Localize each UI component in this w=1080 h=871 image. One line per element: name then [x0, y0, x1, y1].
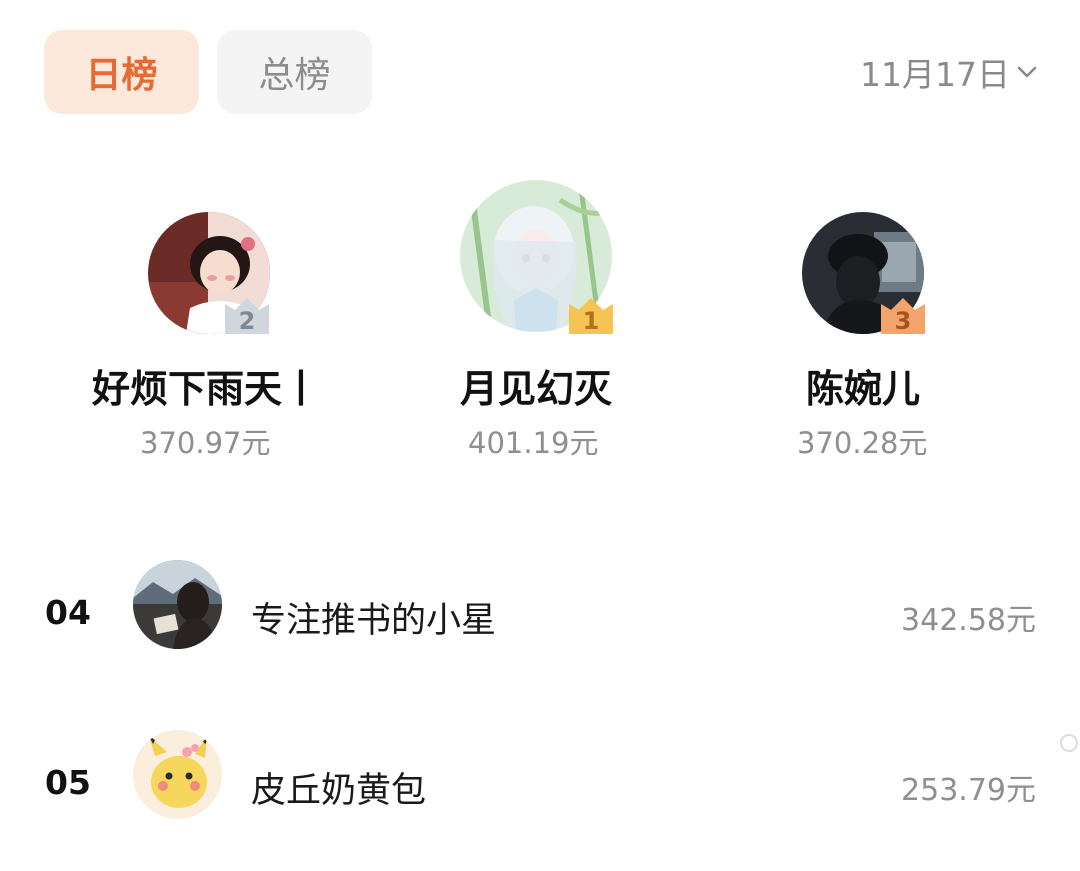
list-item[interactable]: 04 专注推书的小星 342.58元: [0, 560, 1080, 660]
podium-amount: 370.97元: [140, 426, 271, 460]
avatar[interactable]: [133, 730, 222, 819]
rank-badge-silver: 2: [222, 296, 272, 336]
podium-name: 月见幻灭: [460, 367, 613, 411]
rank-number: 05: [45, 763, 91, 802]
user-name: 皮丘奶黄包: [251, 771, 427, 811]
rank-badge-gold: 1: [566, 296, 616, 336]
svg-text:3: 3: [895, 307, 912, 335]
rank-badge-bronze: 3: [878, 296, 928, 336]
chevron-down-icon: [1016, 65, 1038, 79]
date-label: 11月17日: [860, 55, 1010, 94]
podium-name: 好烦下雨天丨: [92, 367, 321, 411]
date-picker[interactable]: 11月17日: [860, 50, 1038, 94]
scroll-indicator[interactable]: [1060, 734, 1078, 752]
podium-name: 陈婉儿: [806, 367, 921, 411]
svg-text:1: 1: [583, 307, 600, 335]
rank-number: 04: [45, 593, 91, 632]
podium-amount: 370.28元: [797, 426, 928, 460]
amount: 253.79元: [901, 773, 1036, 808]
list-item[interactable]: 05 皮丘奶黄包 253.79元: [0, 730, 1080, 830]
tab-total-ranking[interactable]: 总榜: [217, 30, 372, 114]
avatar[interactable]: [133, 560, 222, 649]
amount: 342.58元: [901, 603, 1036, 638]
tab-daily-ranking[interactable]: 日榜: [44, 30, 199, 114]
svg-text:2: 2: [239, 307, 256, 335]
podium-amount: 401.19元: [468, 426, 599, 460]
user-name: 专注推书的小星: [251, 601, 497, 641]
